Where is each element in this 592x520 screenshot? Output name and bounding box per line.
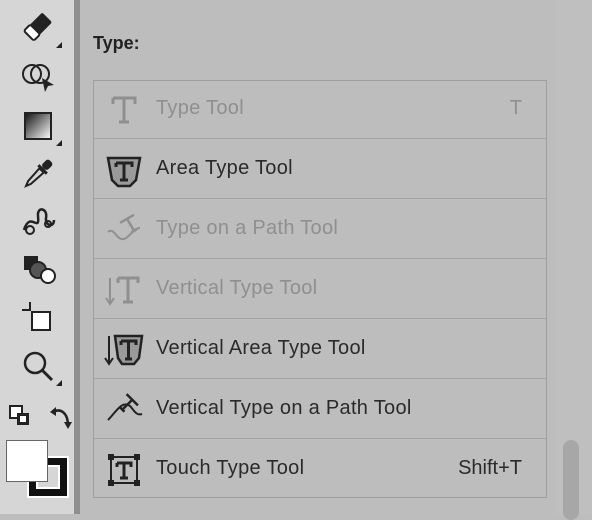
swap-colors-icon[interactable]	[48, 404, 74, 430]
panel-title: Type:	[93, 33, 140, 53]
tool-item-vertical-type[interactable]: Vertical Type Tool	[94, 261, 546, 319]
vertical-type-icon	[105, 276, 140, 306]
tool-label: Touch Type Tool	[156, 457, 305, 479]
vertical-type-on-path-icon	[107, 393, 143, 421]
gradient-icon[interactable]	[14, 106, 62, 146]
flyout-indicator	[56, 140, 62, 146]
area-type-icon	[106, 156, 142, 188]
tool-label: Area Type Tool	[156, 157, 293, 179]
vertical-area-type-icon	[104, 334, 144, 366]
tool-item-vertical-area-type[interactable]: Vertical Area Type Tool	[94, 321, 546, 379]
tools-toolbar	[0, 0, 74, 514]
tool-item-vertical-type-on-path[interactable]: Vertical Type on a Path Tool	[94, 381, 546, 439]
shape-builder-icon[interactable]	[14, 58, 62, 98]
tool-label: Type Tool	[156, 97, 244, 119]
type-tools-panel: Type: Type Tool T Area Type Tool Type on…	[80, 0, 556, 514]
tool-item-area-type[interactable]: Area Type Tool	[94, 141, 546, 199]
scrollbar-thumb[interactable]	[563, 440, 579, 520]
blend-icon[interactable]	[14, 200, 62, 240]
tool-label: Vertical Type on a Path Tool	[156, 397, 412, 419]
type-icon	[111, 96, 137, 124]
default-colors-icon[interactable]	[8, 404, 32, 428]
tool-label: Vertical Area Type Tool	[156, 337, 366, 359]
tool-item-touch-type[interactable]: Touch Type Tool Shift+T	[94, 441, 546, 499]
flyout-indicator	[56, 42, 62, 48]
eraser-icon[interactable]	[14, 8, 62, 48]
tool-item-type-on-path[interactable]: Type on a Path Tool	[94, 201, 546, 259]
tool-shortcut: T	[509, 97, 522, 119]
tool-shortcut: Shift+T	[458, 457, 522, 479]
touch-type-icon	[108, 454, 140, 486]
eyedropper-icon[interactable]	[14, 154, 62, 194]
fill-swatch-icon[interactable]	[6, 440, 48, 482]
zoom-icon[interactable]	[14, 346, 62, 386]
tools-list: Type Tool T Area Type Tool Type on a Pat…	[93, 80, 547, 498]
tool-item-type[interactable]: Type Tool T	[94, 81, 546, 139]
tool-label: Vertical Type Tool	[156, 277, 318, 299]
artboard-icon[interactable]	[14, 298, 62, 338]
live-paint-icon[interactable]	[14, 248, 62, 288]
scrollbar-track[interactable]	[556, 0, 592, 514]
tool-label: Type on a Path Tool	[156, 217, 339, 239]
flyout-indicator	[56, 380, 62, 386]
type-on-path-icon	[107, 213, 141, 241]
